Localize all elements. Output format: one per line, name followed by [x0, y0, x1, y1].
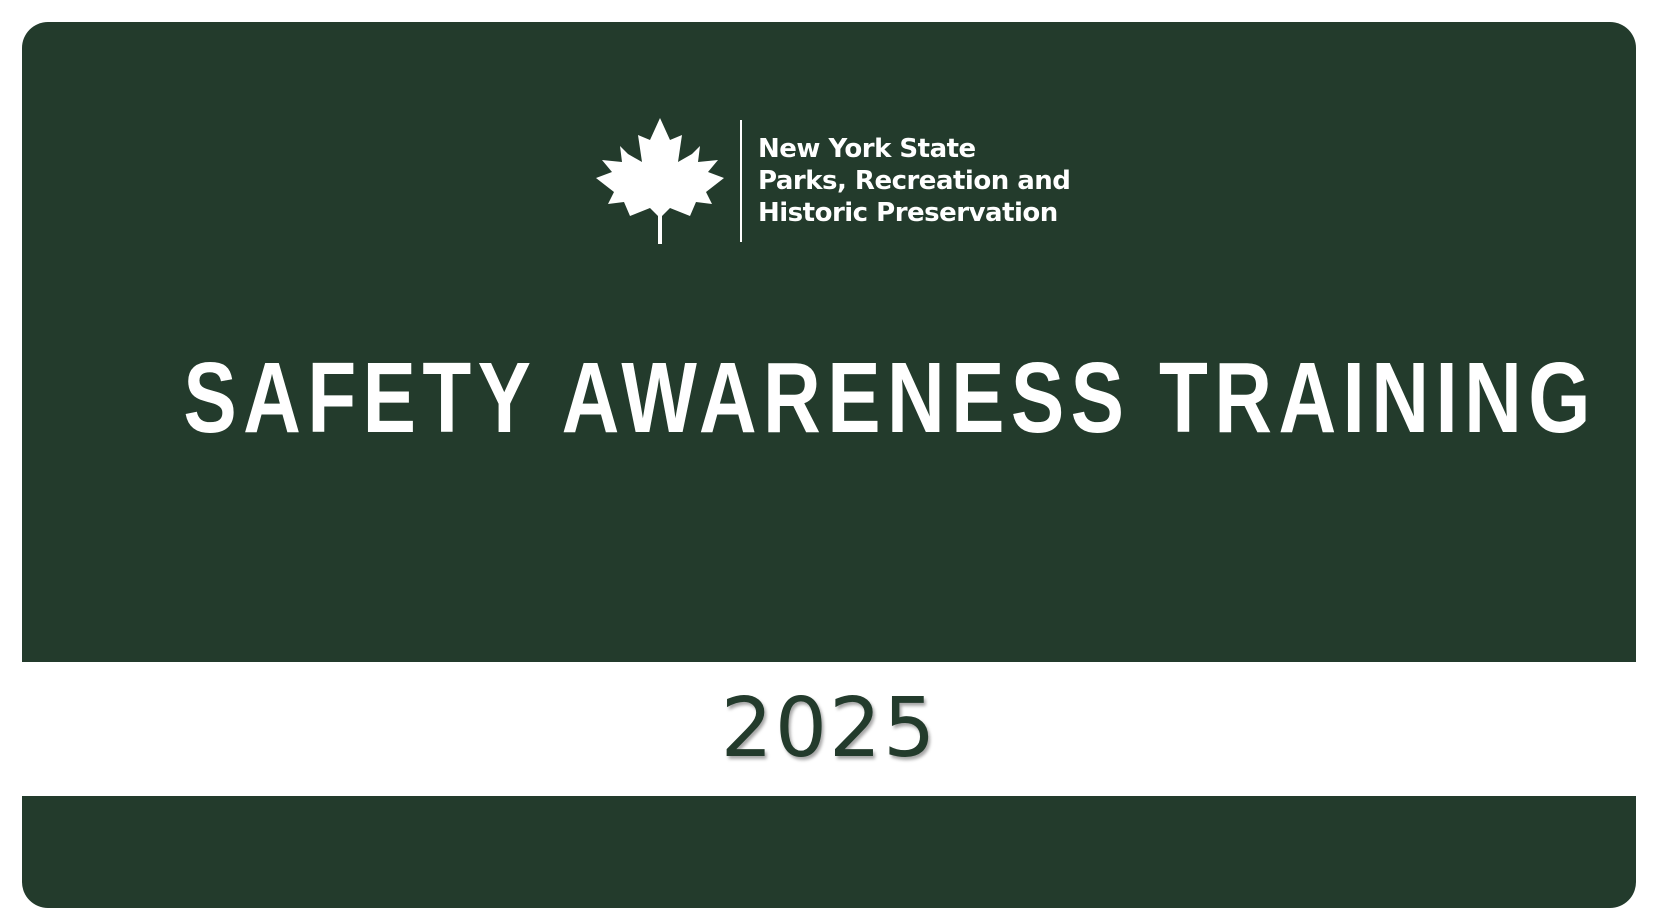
year-band: 2025	[22, 662, 1636, 796]
footer-panel	[22, 796, 1636, 908]
agency-logo: New York State Parks, Recreation and His…	[596, 118, 1071, 244]
logo-divider	[740, 120, 742, 242]
page-title: SAFETY AWARENESS TRAINING	[183, 342, 1597, 454]
year-label: 2025	[720, 681, 938, 776]
title-card: New York State Parks, Recreation and His…	[22, 22, 1636, 908]
agency-name: New York State Parks, Recreation and His…	[758, 133, 1071, 229]
maple-leaf-icon	[596, 118, 724, 244]
agency-name-line-1: New York State	[758, 134, 976, 164]
agency-name-line-2: Parks, Recreation and	[758, 166, 1071, 196]
header-panel: New York State Parks, Recreation and His…	[22, 22, 1636, 662]
agency-name-line-3: Historic Preservation	[758, 198, 1058, 228]
